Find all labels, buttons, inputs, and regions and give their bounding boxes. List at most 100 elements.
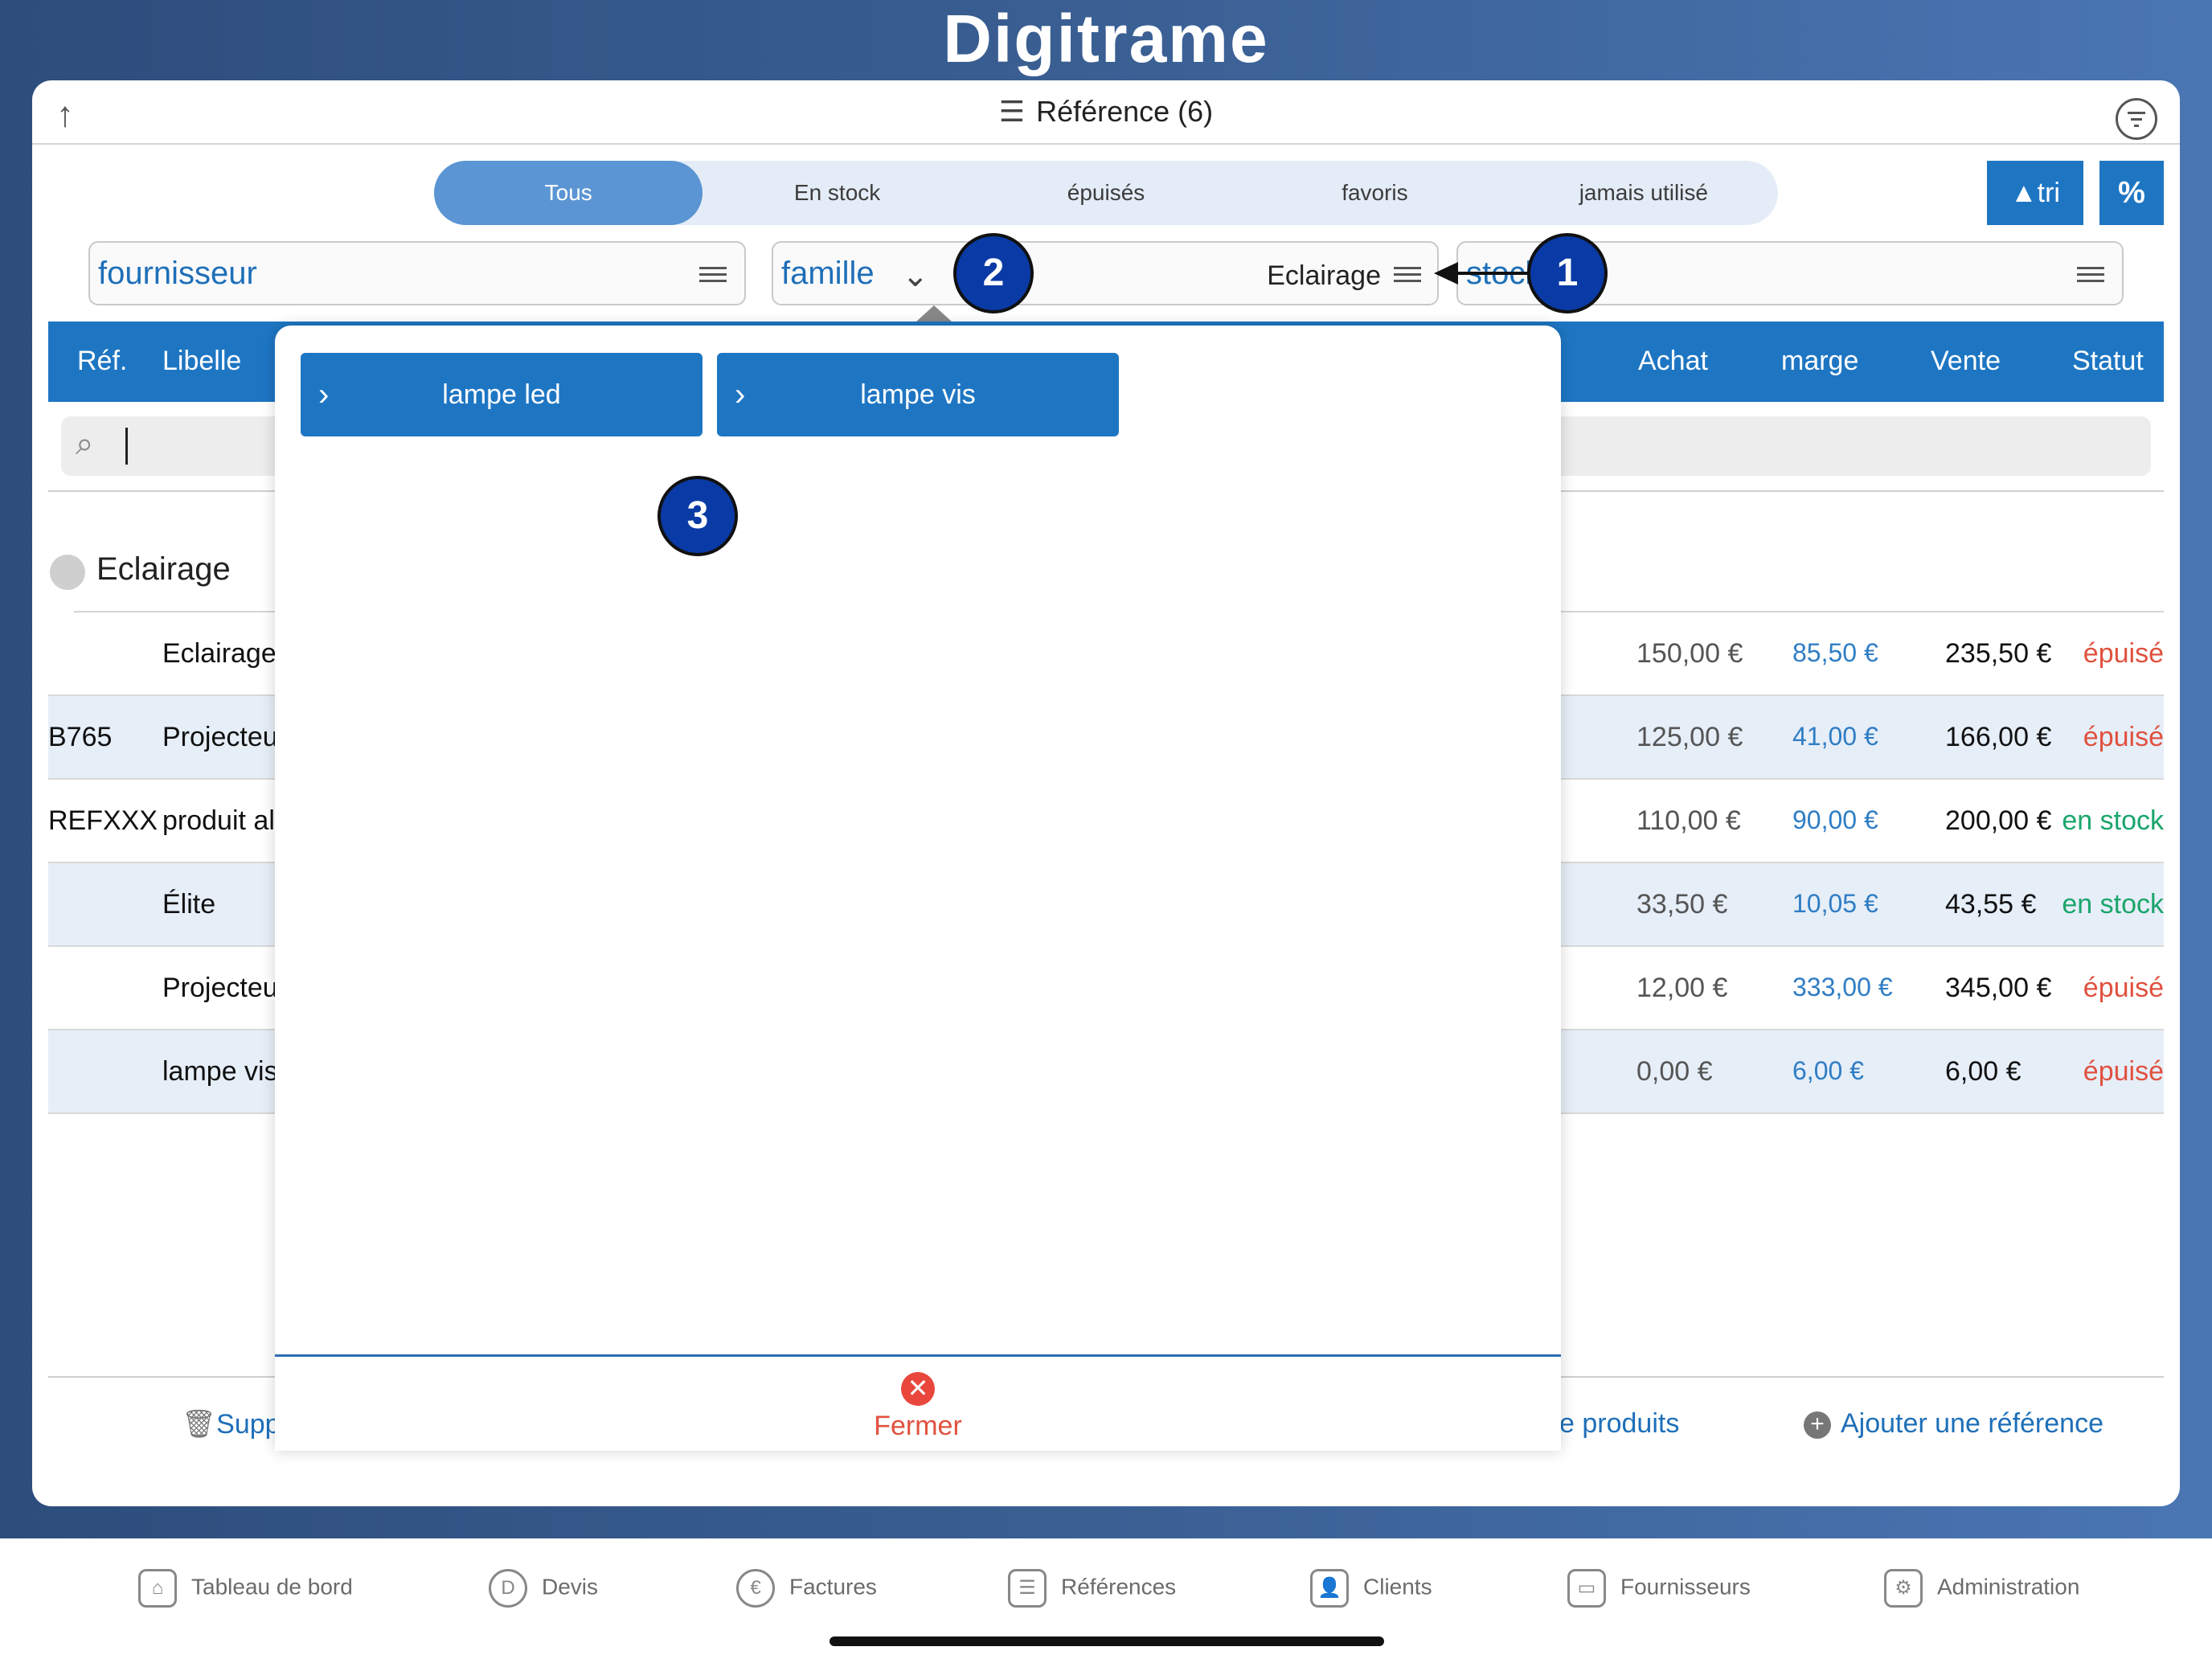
cell-vente: 43,55 € <box>1945 889 2037 920</box>
annotation-arrowhead <box>1434 262 1458 285</box>
page-title: ☰ Référence (6) <box>32 95 2180 129</box>
cell-libelle: produit al <box>162 805 275 836</box>
cell-statut: en stock <box>2062 889 2164 920</box>
tab-label: Tableau de bord <box>191 1574 353 1600</box>
header-libelle[interactable]: Libelle <box>162 346 241 377</box>
close-button[interactable]: ✕ Fermer <box>275 1372 1561 1442</box>
page-title-text: Référence (6) <box>1036 95 1214 128</box>
segment-tous[interactable]: Tous <box>434 161 703 225</box>
tab-label: Administration <box>1937 1574 2080 1600</box>
cell-marge: 6,00 € <box>1792 1056 1864 1085</box>
filter-icon[interactable] <box>2116 98 2157 140</box>
group-name: Eclairage <box>96 551 231 587</box>
header-statut[interactable]: Statut <box>2072 346 2144 377</box>
famille-option-label: lampe led <box>442 379 561 410</box>
tab-label: Fournisseurs <box>1620 1574 1751 1600</box>
cell-libelle: Projecteu <box>162 973 278 1003</box>
tab-administration[interactable]: ⚙ Administration <box>1884 1569 2079 1608</box>
top-bar: ↑ ☰ Référence (6) <box>32 80 2180 145</box>
plus-circle-icon: + <box>1804 1411 1831 1440</box>
famille-filter-label: famille <box>781 256 875 291</box>
add-reference-label: Ajouter une référence <box>1841 1408 2103 1439</box>
famille-popover: › lampe led › lampe vis ✕ Fermer <box>275 326 1561 1451</box>
supplier-icon: ▭ <box>1567 1569 1606 1608</box>
tab-tableau-de-bord[interactable]: ⌂ Tableau de bord <box>138 1569 353 1608</box>
header-ref[interactable]: Réf. <box>77 346 127 377</box>
sort-button[interactable]: ▲tri <box>1987 161 2083 225</box>
cell-libelle: Élite <box>162 889 216 920</box>
tab-references[interactable]: ☰ Références <box>1008 1569 1176 1608</box>
percent-button[interactable]: % <box>2099 161 2164 225</box>
cell-vente: 6,00 € <box>1945 1056 2022 1087</box>
tab-fournisseurs[interactable]: ▭ Fournisseurs <box>1567 1569 1751 1608</box>
cell-statut: épuisé <box>2083 638 2164 669</box>
tab-label: Factures <box>789 1574 877 1600</box>
cell-vente: 345,00 € <box>1945 973 2052 1003</box>
cell-statut: épuisé <box>2083 722 2164 752</box>
cell-achat: 110,00 € <box>1636 805 1741 836</box>
list-icon: ☰ <box>998 95 1026 128</box>
euro-icon: € <box>736 1569 775 1608</box>
cell-achat: 12,00 € <box>1636 973 1728 1003</box>
header-vente[interactable]: Vente <box>1931 346 2001 377</box>
contact-card-icon: 👤 <box>1310 1569 1349 1608</box>
app-brand: Digitrame <box>943 1 1269 76</box>
tab-devis[interactable]: D Devis <box>489 1569 598 1608</box>
group-toggle-icon[interactable] <box>50 555 85 590</box>
famille-filter[interactable]: famille ⌄ Eclairage <box>772 241 1439 305</box>
tab-clients[interactable]: 👤 Clients <box>1310 1569 1432 1608</box>
tab-label: Devis <box>542 1574 599 1600</box>
annotation-arrow <box>1456 272 1537 275</box>
menu-lines-icon <box>1394 267 1421 282</box>
famille-option-lampe-led[interactable]: › lampe led <box>301 353 703 436</box>
annotation-badge-2: 2 <box>953 233 1034 313</box>
text-caret <box>125 428 128 465</box>
tab-label: Clients <box>1363 1574 1432 1600</box>
cell-achat: 150,00 € <box>1636 638 1743 669</box>
search-icon: ⌕ <box>76 426 94 461</box>
segment-epuises[interactable]: épuisés <box>972 161 1240 225</box>
cell-marge: 90,00 € <box>1792 805 1878 834</box>
cell-marge: 85,50 € <box>1792 638 1878 667</box>
close-icon: ✕ <box>901 1372 935 1406</box>
cell-marge: 10,05 € <box>1792 889 1878 918</box>
tab-factures[interactable]: € Factures <box>736 1569 877 1608</box>
segment-jamais-utilise[interactable]: jamais utilisé <box>1509 161 1778 225</box>
delete-action[interactable]: 🗑Supp <box>182 1408 281 1440</box>
cell-achat: 125,00 € <box>1636 722 1743 752</box>
add-reference-button[interactable]: + Ajouter une référence <box>1804 1408 2103 1440</box>
cell-ref: B765 <box>48 722 113 752</box>
annotation-badge-1: 1 <box>1527 233 1608 313</box>
segment-en-stock[interactable]: En stock <box>703 161 971 225</box>
delete-action-label: Supp <box>216 1409 281 1440</box>
cell-statut: en stock <box>2062 805 2164 836</box>
menu-lines-icon <box>2077 267 2104 282</box>
cell-libelle: Projecteu <box>162 722 278 752</box>
header-marge[interactable]: marge <box>1781 346 1858 377</box>
stock-segmented-control: Tous En stock épuisés favoris jamais uti… <box>434 161 1778 225</box>
fournisseur-filter[interactable]: fournisseur <box>88 241 746 305</box>
famille-filter-value: Eclairage <box>1267 260 1381 291</box>
home-icon: ⌂ <box>138 1569 177 1608</box>
annotation-badge-3: 3 <box>657 476 738 556</box>
header-achat[interactable]: Achat <box>1638 346 1708 377</box>
menu-lines-icon <box>699 267 727 282</box>
cell-vente: 166,00 € <box>1945 722 2052 752</box>
cell-achat: 0,00 € <box>1636 1056 1713 1087</box>
devis-icon: D <box>489 1569 527 1608</box>
chevron-down-icon[interactable]: ⌄ <box>902 257 929 294</box>
segment-favoris[interactable]: favoris <box>1240 161 1509 225</box>
cell-vente: 200,00 € <box>1945 805 2052 836</box>
tab-label: Références <box>1061 1574 1177 1600</box>
chevron-right-icon: › <box>735 377 746 412</box>
home-indicator <box>830 1636 1384 1646</box>
cell-marge: 41,00 € <box>1792 722 1878 751</box>
list-icon: ☰ <box>1008 1569 1047 1608</box>
cell-statut: épuisé <box>2083 1056 2164 1087</box>
cell-achat: 33,50 € <box>1636 889 1728 920</box>
popover-arrow <box>916 305 952 322</box>
cell-marge: 333,00 € <box>1792 973 1893 1002</box>
famille-option-lampe-vis[interactable]: › lampe vis <box>717 353 1119 436</box>
produits-action[interactable]: e produits <box>1559 1408 1679 1440</box>
sliders-icon: ⚙ <box>1884 1569 1923 1608</box>
